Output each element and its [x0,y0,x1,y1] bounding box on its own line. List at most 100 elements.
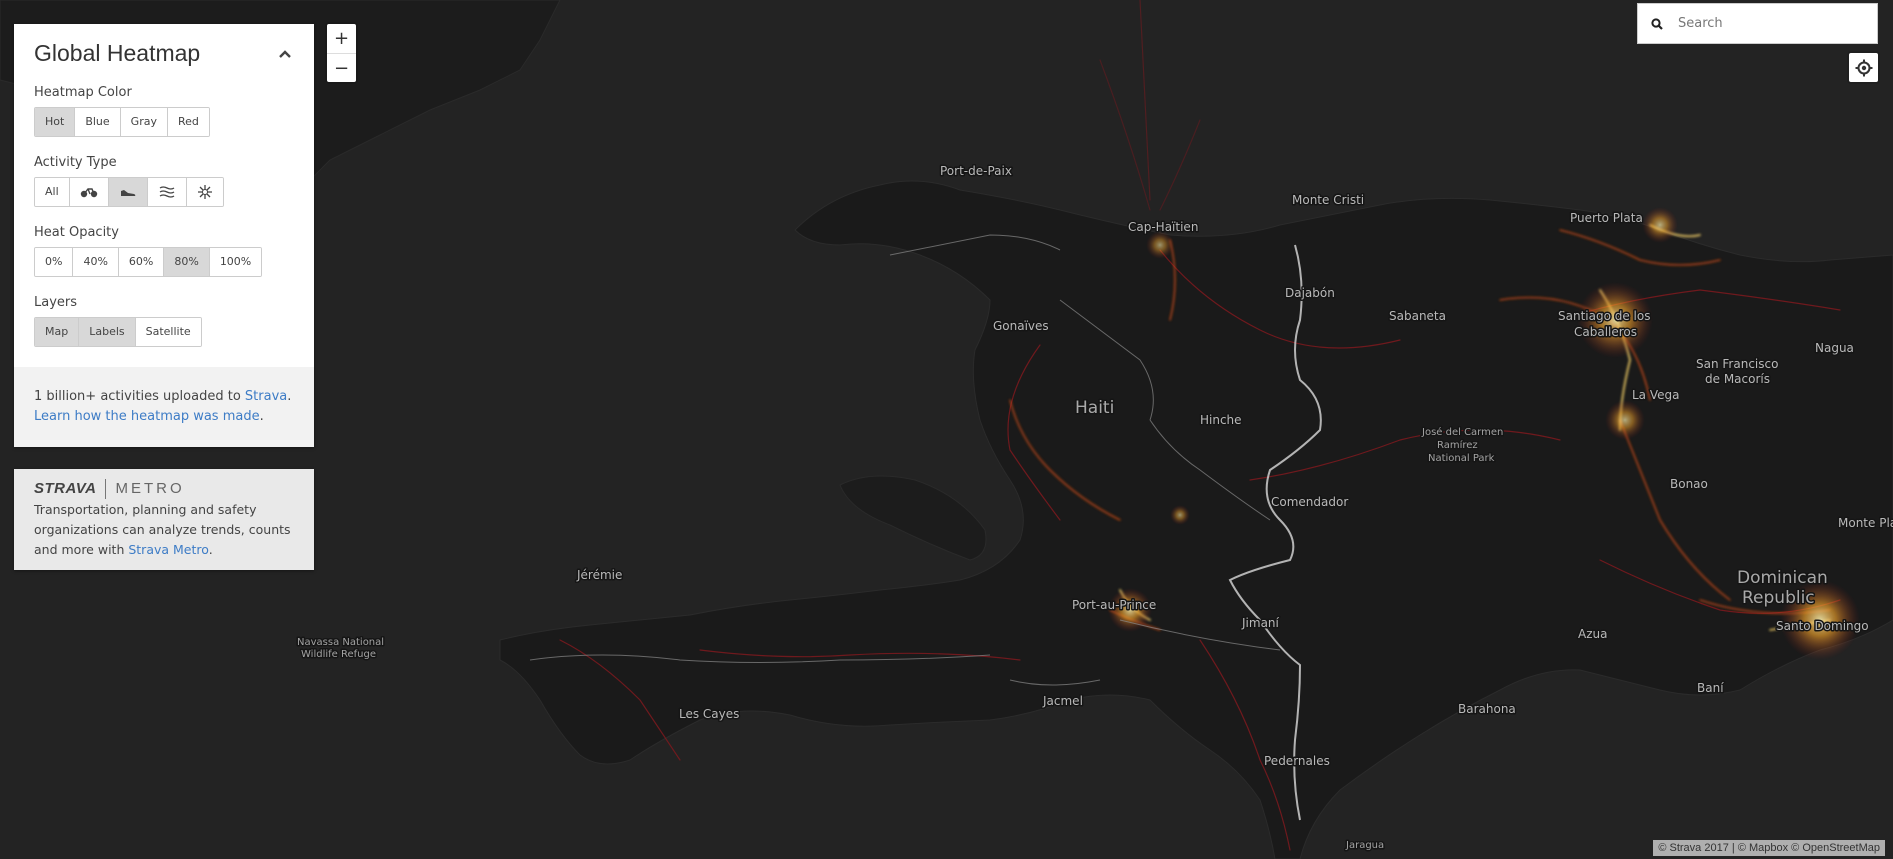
map-label-gonaives: Gonaïves [993,319,1049,333]
map-label-jaragua: Jaragua [1345,840,1384,851]
opacity-option-60[interactable]: 60% [118,248,165,276]
map-label-pedernales: Pedernales [1264,754,1330,768]
layer-option-satellite[interactable]: Satellite [135,318,201,346]
snowflake-icon [197,185,212,199]
zoom-control: + − [327,24,356,82]
map-label-puerto-plata: Puerto Plata [1570,211,1643,225]
map-label-cap-haitien: Cap-Haïtien [1128,220,1198,234]
geolocate-button[interactable] [1849,53,1878,82]
map-label-jose-1: José del Carmen [1421,426,1503,438]
map-label-sfm-2: de Macorís [1705,372,1770,386]
learn-heatmap-link[interactable]: Learn how the heatmap was made [34,409,260,424]
zoom-out-button[interactable]: − [327,54,356,83]
map-label-jeremie: Jérémie [576,568,622,582]
opacity-option-0[interactable]: 0% [35,248,74,276]
map-label-nagua: Nagua [1815,341,1854,355]
map-label-dajabon: Dajabón [1285,286,1335,300]
heatmap-color-group: Hot Blue Gray Red [34,107,210,137]
info-box: 1 billion+ activities uploaded to Strava… [14,367,314,447]
panel-title: Global Heatmap [34,40,201,66]
map-label-port-au-prince: Port-au-Prince [1072,598,1156,612]
color-option-gray[interactable]: Gray [120,108,168,136]
map-label-dominican-2: Republic [1742,588,1815,608]
heatmap-color-section: Heatmap Color Hot Blue Gray Red [14,73,314,143]
logo-metro-text: METRO [115,480,185,497]
map-label-dominican-1: Dominican [1737,568,1828,588]
map-label-navassa-2: Wildlife Refuge [301,649,376,660]
map-attribution: © Strava 2017 | © Mapbox © OpenStreetMap [1653,840,1885,856]
panel-header: Global Heatmap [14,24,314,73]
map-label-sfm-1: San Francisco [1696,357,1778,371]
map-label-santiago-2: Caballeros [1574,325,1637,339]
collapse-button[interactable] [276,45,294,63]
heatmap-control-panel: Global Heatmap Heatmap Color Hot Blue Gr… [14,24,314,447]
attribution-osm[interactable]: © OpenStreetMap [1791,842,1880,854]
search-input[interactable] [1676,15,1860,32]
layer-option-map[interactable]: Map [35,318,80,346]
color-option-red[interactable]: Red [167,108,209,136]
logo-divider [105,479,107,499]
map-label-les-cayes: Les Cayes [679,707,739,721]
map-label-hinche: Hinche [1200,413,1242,427]
map-label-azua: Azua [1578,627,1607,641]
opacity-option-80[interactable]: 80% [164,248,210,276]
search-icon [1638,17,1676,30]
heat-opacity-section: Heat Opacity 0% 40% 60% 80% 100% [14,213,314,283]
activity-type-label: Activity Type [34,155,117,170]
map-label-jacmel: Jacmel [1042,694,1083,708]
activity-type-section: Activity Type All [14,143,314,213]
map-label-monte-cristi: Monte Cristi [1292,193,1364,207]
bike-icon [80,188,97,198]
opacity-option-100[interactable]: 100% [209,248,262,276]
heat-opacity-group: 0% 40% 60% 80% 100% [34,247,263,277]
map-label-santo-domingo: Santo Domingo [1776,619,1869,633]
shoe-icon [120,190,135,196]
metro-period: . [208,542,213,557]
info-period-2: . [259,409,264,424]
color-option-blue[interactable]: Blue [75,108,121,136]
layer-option-labels[interactable]: Labels [79,318,136,346]
activity-type-group: All [34,177,224,207]
map-label-jimani: Jimaní [1241,616,1280,630]
map-label-bonao: Bonao [1670,477,1708,491]
water-icon [159,186,175,198]
attribution-mapbox[interactable]: © Mapbox [1738,842,1788,854]
info-text: 1 billion+ activities uploaded to [34,389,245,404]
activity-option-run[interactable] [108,178,148,206]
activity-option-water[interactable] [147,178,187,206]
opacity-option-40[interactable]: 40% [73,248,119,276]
layers-section: Layers Map Labels Satellite [14,283,314,353]
chevron-up-icon [279,49,291,58]
map-label-barahona: Barahona [1458,702,1516,716]
map-label-jose-3: National Park [1428,453,1495,464]
crosshair-icon [1855,59,1872,76]
attribution-sep: | [1728,842,1738,854]
map-label-jose-2: Ramírez [1437,439,1478,451]
map-label-comendador: Comendador [1271,495,1348,509]
map-label-bani: Baní [1697,681,1724,695]
map-label-santiago-1: Santiago de los [1558,309,1650,323]
heat-opacity-label: Heat Opacity [34,225,119,240]
layers-group: Map Labels Satellite [34,317,202,347]
map-label-navassa-1: Navassa National [297,637,384,648]
strava-metro-link[interactable]: Strava Metro [128,542,208,557]
map-label-port-de-paix: Port-de-Paix [940,164,1012,178]
map-label-la-vega: La Vega [1632,388,1679,402]
color-option-hot[interactable]: Hot [35,108,76,136]
map-label-monte-plata: Monte Pla [1838,516,1893,530]
attribution-strava[interactable]: © Strava 2017 [1658,842,1728,854]
strava-metro-logo: STRAVA METRO [34,479,294,499]
heatmap-color-label: Heatmap Color [34,85,132,100]
info-period: . [287,389,292,404]
activity-option-all[interactable]: All [35,178,70,206]
map-label-haiti: Haiti [1075,398,1114,418]
activity-option-winter[interactable] [186,178,223,206]
strava-metro-promo: STRAVA METRO Transportation, planning an… [14,469,314,570]
logo-strava-text: STRAVA [34,480,97,497]
zoom-in-button[interactable]: + [327,24,356,54]
activity-option-ride[interactable] [69,178,109,206]
search-box [1637,3,1878,44]
layers-label: Layers [34,295,78,310]
strava-link[interactable]: Strava [245,389,287,404]
map-label-sabaneta: Sabaneta [1389,309,1446,323]
